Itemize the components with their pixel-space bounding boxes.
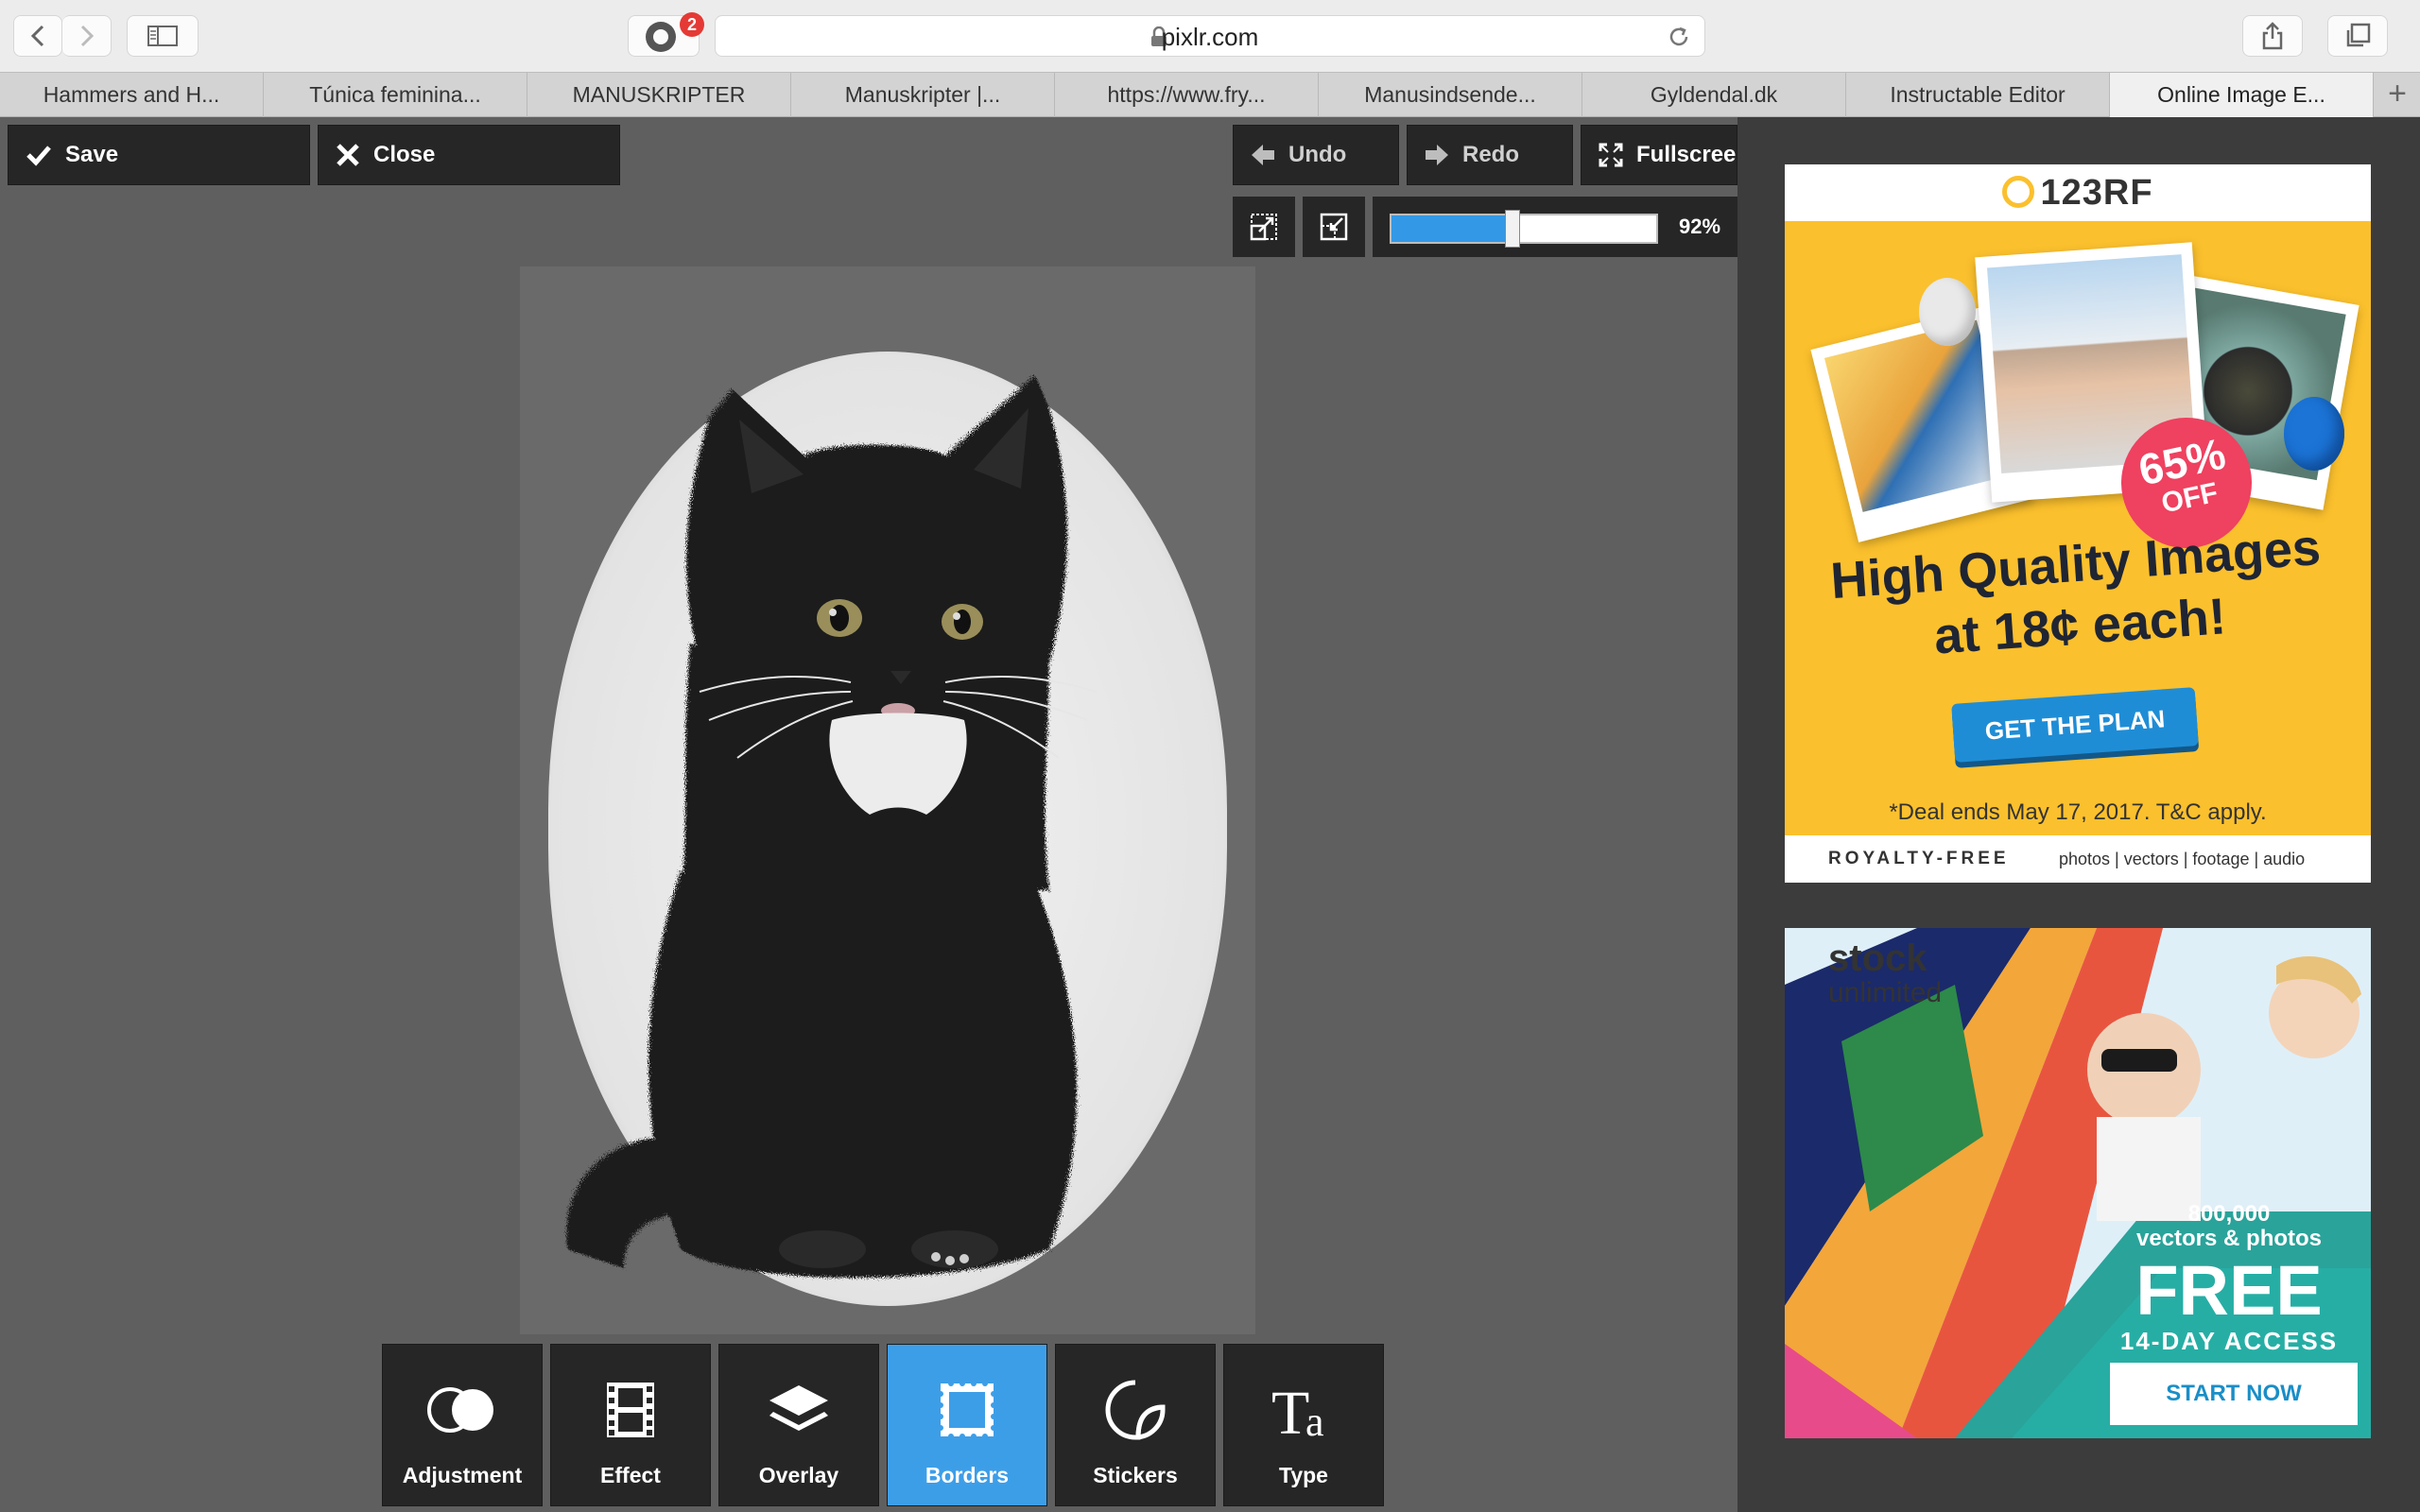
tool-stickers[interactable]: Stickers <box>1055 1344 1216 1506</box>
stock-unlimited-logo: stock <box>1828 937 1927 979</box>
sidebar-icon <box>147 26 178 46</box>
tab-hammers[interactable]: Hammers and H... <box>0 73 264 117</box>
back-arrow-icon <box>30 25 44 47</box>
forward-arrow-icon <box>80 25 94 47</box>
reload-icon[interactable] <box>1667 25 1691 49</box>
tab-manuskripter-caps[interactable]: MANUSKRIPTER <box>527 73 791 117</box>
address-bar[interactable]: pixlr.com <box>715 15 1705 57</box>
close-button[interactable]: Close <box>318 125 620 185</box>
border-frame-icon <box>888 1379 1046 1441</box>
kitten-image <box>566 375 1098 1278</box>
tool-label: Type <box>1279 1463 1328 1487</box>
ad-123rf-headline: High Quality Images at 18¢ each! <box>1819 515 2337 675</box>
actual-size-button[interactable] <box>1303 197 1365 257</box>
fullscreen-icon <box>1599 143 1623 167</box>
zoom-percentage: 92% <box>1679 215 1721 238</box>
tab-manuskripter[interactable]: Manuskripter |... <box>791 73 1055 117</box>
deal-terms: *Deal ends May 17, 2017. T&C apply. <box>1889 799 2267 825</box>
redo-button[interactable]: Redo <box>1407 125 1573 185</box>
ad-123rf[interactable]: 123RF 65% OFF High Quality Images at 18¢… <box>1785 164 2371 883</box>
pixlr-editor: Save Close Undo Redo Fullscreen 92% <box>0 117 1737 1512</box>
layers-icon <box>719 1379 878 1441</box>
vectors-count-sub: vectors & photos <box>2135 1226 2323 1251</box>
adjustment-icon <box>383 1379 542 1441</box>
back-button[interactable] <box>13 15 62 57</box>
tool-borders[interactable]: Borders <box>887 1344 1047 1506</box>
share-icon <box>2262 22 2283 50</box>
royalty-free-label: ROYALTY-FREE <box>1828 849 2010 868</box>
tool-adjustment[interactable]: Adjustment <box>382 1344 543 1506</box>
tool-overlay[interactable]: Overlay <box>718 1344 879 1506</box>
forward-button[interactable] <box>62 15 112 57</box>
tabs-overview-button[interactable] <box>2327 15 2388 57</box>
tool-label: Stickers <box>1093 1463 1178 1487</box>
camera-ring-icon <box>2002 176 2035 208</box>
sidebar-toggle-button[interactable] <box>127 15 199 57</box>
ad-123rf-footer: ROYALTY-FREE photos | vectors | footage … <box>1785 835 2371 883</box>
tabs-overview-icon <box>2346 23 2371 47</box>
share-button[interactable] <box>2242 15 2303 57</box>
zoom-slider-thumb[interactable] <box>1505 210 1520 248</box>
tool-label: Effect <box>600 1463 661 1487</box>
balloon-blue-icon <box>2284 397 2344 471</box>
ad-sidebar: 123RF 65% OFF High Quality Images at 18¢… <box>1737 117 2420 1512</box>
close-icon <box>336 143 360 167</box>
checkmark-icon <box>26 144 52 166</box>
tool-label: Adjustment <box>402 1463 523 1487</box>
tab-manusindsende[interactable]: Manusindsende... <box>1319 73 1582 117</box>
save-button[interactable]: Save <box>8 125 310 185</box>
ad-123rf-brand: 123RF <box>2040 173 2153 213</box>
tab-instructable[interactable]: Instructable Editor <box>1846 73 2110 117</box>
svg-text:T: T <box>1271 1379 1309 1441</box>
url-text: pixlr.com <box>1161 23 1259 51</box>
tab-bar: Hammers and H... Túnica feminina... MANU… <box>0 72 2420 117</box>
fit-to-screen-button[interactable] <box>1233 197 1295 257</box>
tab-tunica[interactable]: Túnica feminina... <box>264 73 527 117</box>
vectors-count: 800,000 <box>2187 1201 2271 1227</box>
free-label: FREE <box>2135 1251 2323 1330</box>
undo-arrow-icon <box>1251 144 1275 166</box>
extension-logo-icon <box>646 22 676 52</box>
tool-effect[interactable]: Effect <box>550 1344 711 1506</box>
tab-gyldendal[interactable]: Gyldendal.dk <box>1582 73 1846 117</box>
tab-fry[interactable]: https://www.fry... <box>1055 73 1319 117</box>
access-label: 14-DAY ACCESS <box>2119 1327 2339 1355</box>
close-label: Close <box>373 142 436 167</box>
extension-button[interactable]: 2 <box>628 12 704 57</box>
zoom-slider[interactable] <box>1390 210 1658 248</box>
sticker-icon <box>1056 1379 1215 1441</box>
tool-type[interactable]: Ta Type <box>1223 1344 1384 1506</box>
zoom-control: 92% <box>1373 197 1737 257</box>
image-canvas[interactable] <box>520 266 1255 1334</box>
fullscreen-label: Fullscreen <box>1636 142 1737 167</box>
undo-label: Undo <box>1288 142 1347 167</box>
start-now-button[interactable]: START NOW <box>2110 1363 2358 1425</box>
tool-label: Borders <box>925 1463 1010 1487</box>
film-icon <box>551 1379 710 1441</box>
type-icon: Ta <box>1224 1379 1383 1441</box>
ad-stock-headline: 800,000 vectors & photos FREE 14-DAY ACC… <box>2097 1202 2361 1356</box>
get-the-plan-button[interactable]: GET THE PLAN <box>1951 687 2199 763</box>
tool-label: Overlay <box>758 1463 839 1487</box>
fit-to-screen-icon <box>1250 214 1277 241</box>
svg-text:a: a <box>1305 1399 1324 1441</box>
actual-size-icon <box>1320 213 1348 241</box>
zoom-slider-fill <box>1392 215 1511 242</box>
redo-arrow-icon <box>1425 144 1449 166</box>
fullscreen-button[interactable]: Fullscreen <box>1581 125 1737 185</box>
undo-button[interactable]: Undo <box>1233 125 1399 185</box>
stock-unlimited-sublogo: unlimited <box>1828 977 1943 1008</box>
extension-badge: 2 <box>680 12 704 37</box>
media-types-label: photos | vectors | footage | audio <box>2059 850 2306 868</box>
redo-label: Redo <box>1462 142 1519 167</box>
browser-toolbar: 2 pixlr.com <box>0 0 2420 72</box>
tool-bar: Adjustment Effect Overlay Borders Sticke… <box>382 1344 1388 1506</box>
ad-123rf-logo: 123RF <box>1785 164 2371 221</box>
save-label: Save <box>65 142 119 167</box>
ad-stock-unlimited[interactable]: stock unlimited 800,000 vectors & photos… <box>1785 928 2371 1438</box>
new-tab-button[interactable]: + <box>2375 73 2420 117</box>
balloon-white-icon <box>1919 278 1976 346</box>
tab-online-image-editor[interactable]: Online Image E... <box>2110 73 2374 117</box>
